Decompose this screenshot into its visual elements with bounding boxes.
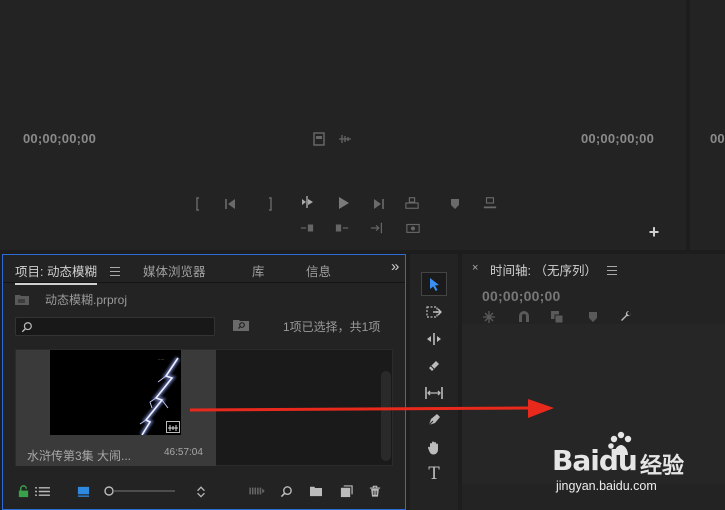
razor-tool-icon[interactable] xyxy=(421,354,447,378)
project-file-name: 动态模糊.prproj xyxy=(45,293,128,307)
timeline-close-icon[interactable]: × xyxy=(472,262,478,274)
automate-to-sequence-icon[interactable] xyxy=(247,483,267,499)
tab-library[interactable]: 库 xyxy=(252,261,265,280)
new-item-icon[interactable] xyxy=(338,483,354,499)
clip-thumbnail: ····· xyxy=(50,350,181,435)
timeline-timecode[interactable]: 00;00;00;00 xyxy=(482,288,560,304)
svg-text:·····: ····· xyxy=(158,357,164,362)
lift-button[interactable] xyxy=(298,220,316,236)
audio-video-badge-icon xyxy=(166,421,180,433)
sort-icon[interactable] xyxy=(193,483,209,499)
icon-view-icon[interactable] xyxy=(75,483,91,499)
zoom-slider[interactable] xyxy=(103,485,177,497)
add-marker-icon[interactable] xyxy=(586,310,602,324)
annotation-arrow-icon xyxy=(190,399,554,418)
find-icon[interactable] xyxy=(278,483,294,499)
tab-media-browser[interactable]: 媒体浏览器 xyxy=(143,261,206,280)
tab-info[interactable]: 信息 xyxy=(306,261,331,280)
search-icon xyxy=(21,322,32,333)
clip-duration: 46:57:04 xyxy=(164,447,203,458)
timeline-menu-icon[interactable] xyxy=(607,266,617,275)
watermark-url: jingyan.baidu.com xyxy=(556,479,657,493)
project-tab-bar: 项目: 动态模糊 媒体浏览器 库 信息 » xyxy=(3,255,405,285)
source-monitor: 00;00;00;00 00;00;00;00 + xyxy=(0,0,686,250)
hand-tool-icon[interactable] xyxy=(421,435,447,459)
project-file-icon xyxy=(15,294,29,305)
clip-name: 水浒传第3集 大闹... xyxy=(27,449,132,463)
overwrite-button[interactable] xyxy=(481,195,499,211)
tab-project[interactable]: 项目: 动态模糊 xyxy=(15,261,97,285)
new-search-bin-icon[interactable] xyxy=(233,318,249,332)
source-timecode-in[interactable]: 00;00;00;00 xyxy=(23,131,96,146)
selection-tool-icon[interactable] xyxy=(421,272,447,296)
clip-item[interactable]: ····· 水浒传第3集 大闹... 46:57:04 xyxy=(16,350,216,466)
drag-audio-icon[interactable] xyxy=(336,131,354,147)
project-panel: 项目: 动态模糊 媒体浏览器 库 信息 » 动态模糊.prproj 1项已选择，… xyxy=(2,254,406,510)
play-button[interactable] xyxy=(334,195,352,211)
goto-out-button[interactable] xyxy=(368,220,386,236)
panel-menu-icon[interactable] xyxy=(110,267,120,276)
insert-button[interactable] xyxy=(403,195,421,211)
type-tool-icon[interactable]: T xyxy=(421,462,447,486)
list-view-icon[interactable] xyxy=(33,483,51,499)
program-monitor-edge: 00 xyxy=(690,0,725,250)
linked-selection-icon[interactable] xyxy=(550,310,566,324)
mark-out-button[interactable] xyxy=(262,196,280,212)
mark-in-button[interactable] xyxy=(188,196,206,212)
extract-button[interactable] xyxy=(333,220,351,236)
wrench-icon[interactable] xyxy=(619,310,635,324)
step-forward-button[interactable] xyxy=(370,196,388,212)
button-editor-add-button[interactable]: + xyxy=(645,222,663,242)
add-marker-button[interactable] xyxy=(446,196,464,212)
snap-icon[interactable] xyxy=(517,310,533,324)
selection-status: 1项已选择，共1项 xyxy=(283,320,381,334)
baidu-paw-icon xyxy=(608,431,632,455)
drag-video-icon[interactable] xyxy=(310,131,328,147)
ripple-edit-tool-icon[interactable] xyxy=(421,327,447,351)
go-to-in-button[interactable] xyxy=(298,194,316,210)
tools-panel: T xyxy=(410,254,458,510)
trash-icon[interactable] xyxy=(367,483,383,499)
panel-overflow-icon[interactable]: » xyxy=(391,258,399,275)
export-frame-button[interactable] xyxy=(404,220,422,236)
step-back-button[interactable] xyxy=(221,196,239,212)
program-timecode-partial: 00 xyxy=(710,131,725,146)
lock-icon[interactable] xyxy=(15,483,31,499)
search-input[interactable] xyxy=(15,317,215,336)
new-bin-icon[interactable] xyxy=(308,483,324,499)
watermark-brand-cn: 经验 xyxy=(640,454,685,479)
track-select-tool-icon[interactable] xyxy=(421,300,447,324)
source-timecode-out: 00;00;00;00 xyxy=(581,131,655,146)
nest-sequence-icon[interactable] xyxy=(482,310,498,324)
timeline-title[interactable]: 时间轴: （无序列） xyxy=(490,260,597,279)
baidu-watermark: Baidu 经验 jingyan.baidu.com xyxy=(550,430,725,495)
